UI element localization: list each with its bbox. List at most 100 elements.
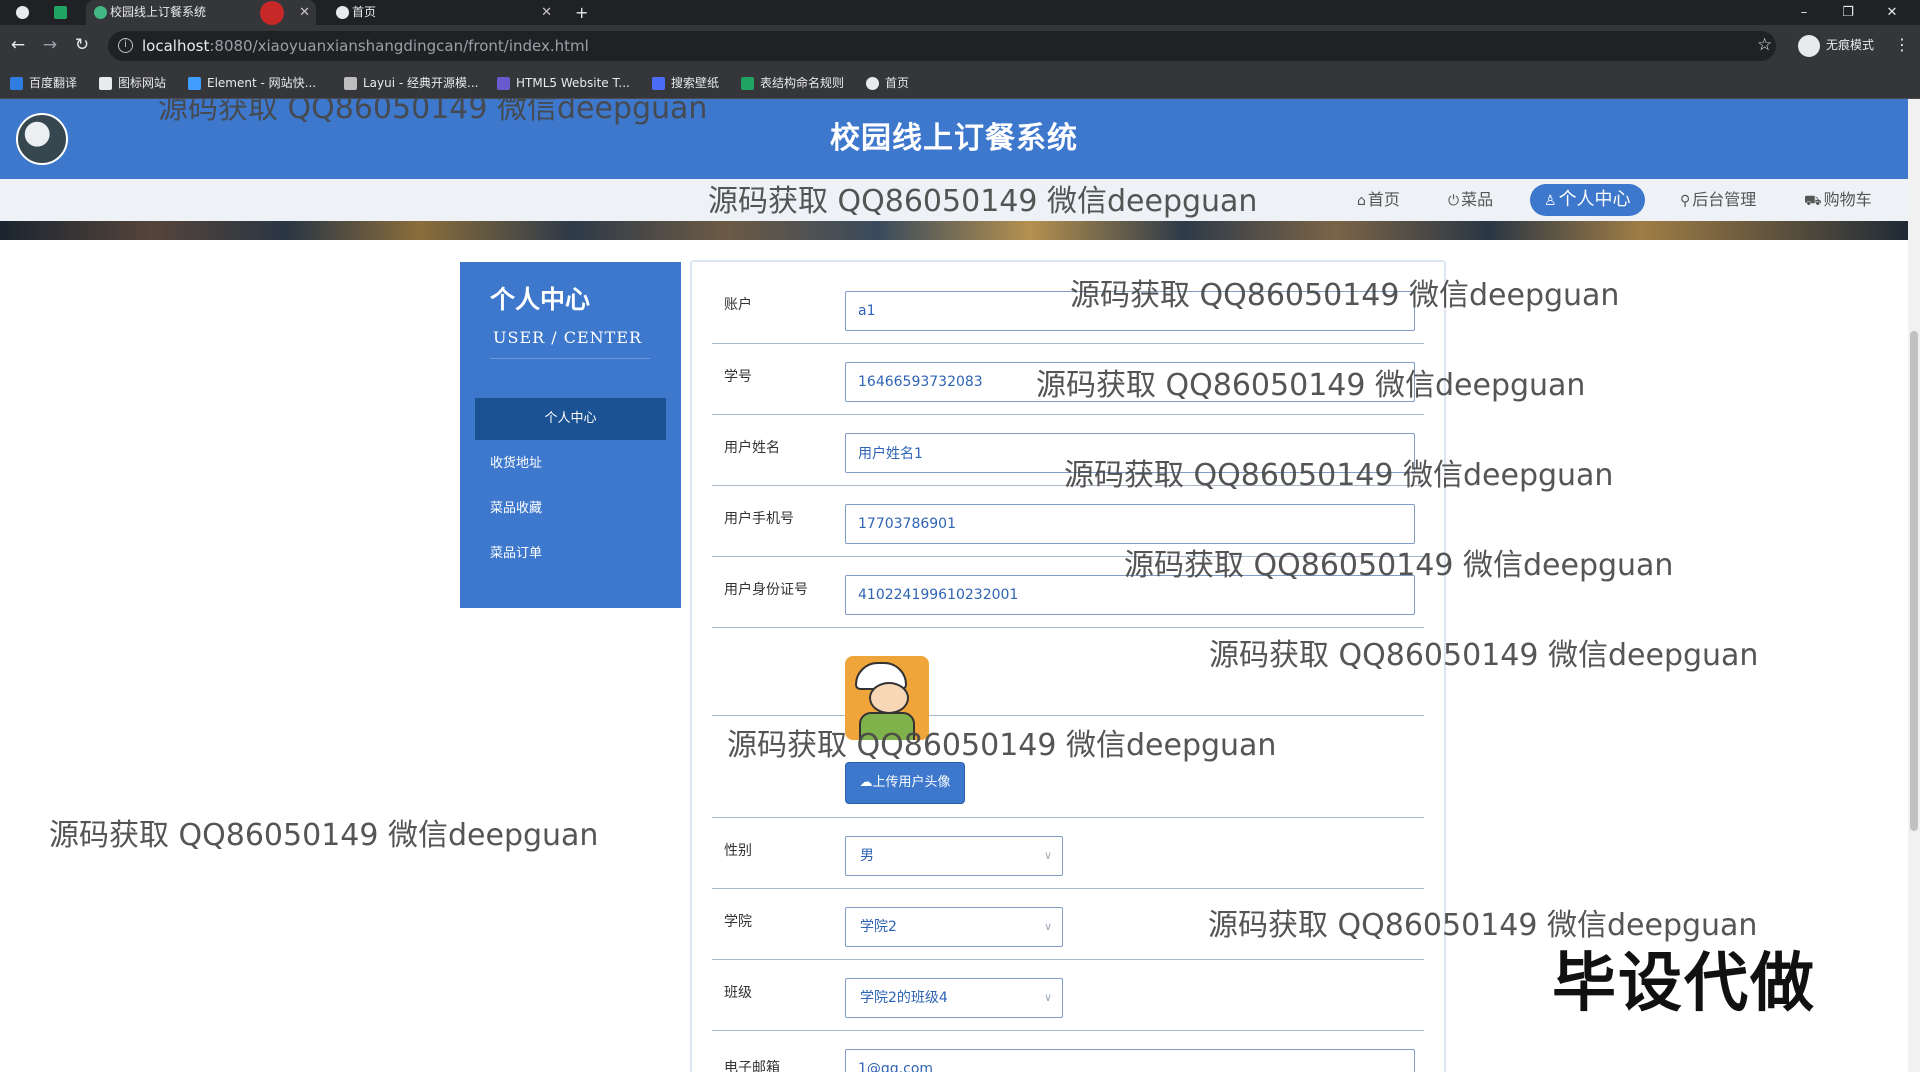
- window-controls: – ❐ ✕: [1782, 0, 1914, 25]
- user-icon: ♙: [1544, 193, 1557, 209]
- nav-personal-center[interactable]: ♙ 个人中心: [1530, 184, 1645, 216]
- sidebar-item-personal-center[interactable]: 个人中心: [475, 398, 666, 440]
- student-id-label: 学号: [724, 369, 752, 385]
- vue-favicon-icon: [94, 6, 107, 19]
- address-bar[interactable]: i localhost:8080/xiaoyuanxianshangdingca…: [108, 31, 1776, 61]
- form-row-gender: 性别 男 ∨: [712, 818, 1424, 889]
- bookmark-label: 搜索壁纸: [671, 76, 720, 90]
- college-value: 学院2: [860, 919, 897, 935]
- nav-label: 购物车: [1823, 190, 1872, 209]
- bookmark-label: Layui - 经典开源模...: [363, 76, 479, 90]
- globe-icon: [866, 77, 879, 90]
- chevron-down-icon: ∨: [1043, 991, 1052, 1004]
- class-label: 班级: [724, 985, 752, 1001]
- sidebar-item-address[interactable]: 收货地址: [475, 443, 666, 485]
- avatar-face: [869, 682, 909, 714]
- nav-dishes[interactable]: ⏻ 菜品: [1436, 184, 1505, 216]
- bookmark-item[interactable]: 图标网站: [99, 67, 166, 99]
- bookmark-item[interactable]: HTML5 Website T...: [497, 67, 630, 99]
- nav-label: 首页: [1367, 190, 1400, 209]
- wallpaper-icon: [652, 77, 665, 90]
- bookmark-item[interactable]: Layui - 经典开源模...: [344, 67, 478, 99]
- bookmark-label: Element - 网站快...: [207, 76, 317, 90]
- email-input[interactable]: [845, 1049, 1415, 1072]
- bookmark-item[interactable]: 表结构命名规则: [741, 67, 844, 99]
- forward-icon[interactable]: →: [40, 35, 60, 55]
- info-icon[interactable]: i: [118, 38, 133, 53]
- tab-close-icon[interactable]: ✕: [299, 0, 310, 25]
- bookmark-item[interactable]: 搜索壁纸: [652, 67, 719, 99]
- bookmark-item[interactable]: Element - 网站快...: [188, 67, 316, 99]
- bookmark-label: HTML5 Website T...: [516, 76, 630, 90]
- sidebar-item-favorites[interactable]: 菜品收藏: [475, 488, 666, 530]
- tab-title: 校园线上订餐系统: [110, 5, 207, 19]
- nav-home[interactable]: ⌂ 首页: [1345, 184, 1412, 216]
- browser-menu-icon[interactable]: [14, 0, 34, 25]
- tab-inactive[interactable]: 首页 ✕: [328, 0, 558, 25]
- form-row-email: 电子邮箱: [712, 1031, 1424, 1072]
- chevron-down-icon: ∨: [1043, 920, 1052, 933]
- globe-favicon-icon: [336, 6, 349, 19]
- scrollbar-thumb[interactable]: [1910, 331, 1918, 831]
- bookmark-label: 表结构命名规则: [760, 76, 845, 90]
- watermark-text: 源码获取 QQ86050149 微信deepguan: [1064, 458, 1614, 493]
- account-label: 账户: [724, 297, 752, 313]
- watermark-text: 源码获取 QQ86050149 微信deepguan: [1209, 638, 1759, 673]
- nav-label: 后台管理: [1692, 190, 1757, 209]
- bookmark-item[interactable]: 百度翻译: [10, 67, 77, 99]
- cart-icon: ⛟: [1804, 193, 1822, 209]
- id-card-label: 用户身份证号: [724, 582, 808, 598]
- new-tab-icon[interactable]: +: [575, 0, 588, 25]
- reload-icon[interactable]: ↻: [72, 35, 92, 55]
- name-label: 用户姓名: [724, 440, 780, 456]
- profile-label: 无痕模式: [1826, 38, 1875, 52]
- tab-search-icon[interactable]: [52, 0, 72, 25]
- incognito-profile[interactable]: 无痕模式: [1798, 33, 1874, 57]
- nav-label: 个人中心: [1558, 189, 1631, 210]
- layui-icon: [344, 77, 357, 90]
- email-label: 电子邮箱: [724, 1060, 780, 1072]
- page-viewport: 校园线上订餐系统 ⌂ 首页 ⏻ 菜品 ♙ 个人中心 ⚲ 后台管理 ⛟ 购物车 个人中心 U…: [0, 99, 1908, 1072]
- watermark-text: 源码获取 QQ86050149 微信deepguan: [1124, 548, 1674, 583]
- close-window-icon[interactable]: ✕: [1870, 0, 1914, 25]
- phone-input[interactable]: [845, 504, 1415, 544]
- sheet-icon: [741, 77, 754, 90]
- bookmark-item[interactable]: 首页: [866, 67, 909, 99]
- url-text: localhost:8080/xiaoyuanxianshangdingcan/…: [142, 31, 589, 61]
- nav-admin[interactable]: ⚲ 后台管理: [1668, 184, 1768, 216]
- bookmark-star-icon[interactable]: ☆: [1757, 35, 1772, 55]
- sidebar-item-orders[interactable]: 菜品订单: [475, 533, 666, 575]
- link-icon: ⚲: [1680, 193, 1691, 209]
- watermark-text: 源码获取 QQ86050149 微信deepguan: [49, 818, 599, 853]
- translate-icon: [10, 77, 23, 90]
- upload-label: 上传用户头像: [872, 775, 951, 790]
- page-scrollbar[interactable]: [1908, 99, 1920, 1072]
- college-select[interactable]: 学院2 ∨: [845, 907, 1063, 947]
- phone-label: 用户手机号: [724, 511, 794, 527]
- nav-cart[interactable]: ⛟ 购物车: [1792, 184, 1884, 216]
- upload-avatar-button[interactable]: ☁上传用户头像: [845, 762, 965, 804]
- tab-close-icon[interactable]: ✕: [541, 0, 552, 25]
- home-icon: ⌂: [1357, 193, 1366, 209]
- bookmark-label: 图标网站: [118, 76, 167, 90]
- sidebar-title: 个人中心: [490, 285, 591, 314]
- banner-image: [0, 221, 1908, 240]
- restore-icon[interactable]: ❐: [1826, 0, 1870, 25]
- form-row-class: 班级 学院2的班级4 ∨: [712, 960, 1424, 1031]
- watermark-text: 源码获取 QQ86050149 微信deepguan: [158, 99, 708, 126]
- back-icon[interactable]: ←: [8, 35, 28, 55]
- html5-icon: [497, 77, 510, 90]
- class-select[interactable]: 学院2的班级4 ∨: [845, 978, 1063, 1018]
- gender-label: 性别: [724, 843, 752, 859]
- chevron-down-icon: ∨: [1043, 849, 1052, 862]
- bookmark-label: 首页: [885, 76, 910, 90]
- flag-icon: [99, 77, 112, 90]
- minimize-icon[interactable]: –: [1782, 0, 1826, 25]
- more-menu-icon[interactable]: ⋮: [1894, 35, 1910, 54]
- gender-select[interactable]: 男 ∨: [845, 836, 1063, 876]
- watermark-text: 源码获取 QQ86050149 微信deepguan: [1036, 368, 1586, 403]
- sidebar: 个人中心 USER / CENTER 个人中心 收货地址 菜品收藏 菜品订单: [460, 262, 681, 608]
- cloud-upload-icon: ☁: [859, 775, 873, 790]
- overlay-caption: 毕设代做: [1552, 947, 1816, 1021]
- browser-toolbar: ← → ↻ i localhost:8080/xiaoyuanxianshang…: [0, 25, 1920, 67]
